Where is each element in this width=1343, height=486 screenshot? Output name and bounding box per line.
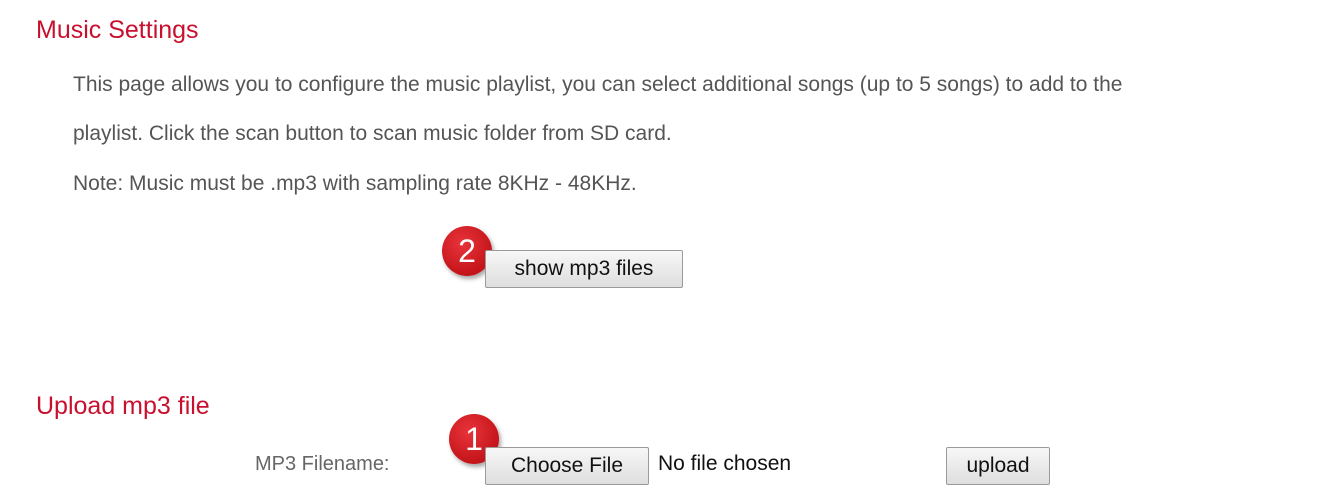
choose-file-button[interactable]: Choose File xyxy=(485,447,649,485)
mp3-filename-label: MP3 Filename: xyxy=(255,453,390,475)
music-settings-page: Music Settings This page allows you to c… xyxy=(0,0,1343,486)
show-mp3-files-button[interactable]: show mp3 files xyxy=(485,250,683,288)
description-line-2: playlist. Click the scan button to scan … xyxy=(73,122,672,145)
sampling-rate-note: Note: Music must be .mp3 with sampling r… xyxy=(73,172,637,195)
file-chosen-status: No file chosen xyxy=(658,452,792,475)
description-line-1: This page allows you to configure the mu… xyxy=(73,73,1123,96)
upload-mp3-title: Upload mp3 file xyxy=(36,392,210,420)
music-settings-title: Music Settings xyxy=(36,16,199,44)
upload-button[interactable]: upload xyxy=(946,447,1050,485)
